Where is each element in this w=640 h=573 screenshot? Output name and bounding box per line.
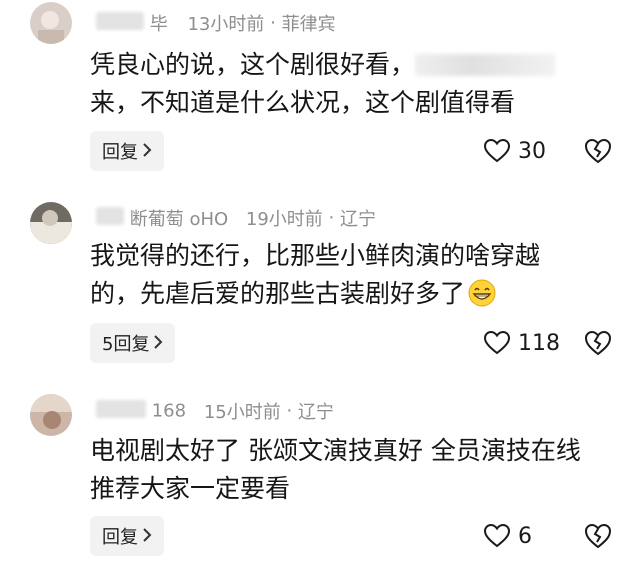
comment-line: 我觉得的还行，比那些小鲜肉演的啥穿越	[90, 241, 541, 270]
username[interactable]: 168	[152, 401, 186, 422]
heart-outline-icon	[484, 331, 510, 355]
comment-line: 电视剧太好了 张颂文演技真好 全员演技在线	[90, 436, 581, 465]
comment-line: 凭良心的说，这个剧很好看，	[90, 50, 416, 79]
location: 辽宁	[340, 209, 377, 230]
comment-item: 168 15小时前 · 辽宁 电视剧太好了 张颂文演技真好 全员演技在线 推荐大…	[0, 390, 640, 573]
like-count: 6	[518, 523, 532, 549]
comment-item: 毕 13小时前 · 菲律宾 凭良心的说，这个剧很好看， 来，不知道是什么状况，这…	[0, 0, 640, 180]
heart-outline-icon	[484, 139, 510, 163]
comment-meta: 断葡萄 oHO 19小时前 · 辽宁	[96, 205, 376, 231]
separator: ·	[328, 207, 335, 229]
comment-text: 凭良心的说，这个剧很好看， 来，不知道是什么状况，这个剧值得看	[90, 46, 620, 122]
broken-heart-icon	[584, 523, 612, 549]
heart-outline-icon	[484, 524, 510, 548]
chevron-right-icon	[142, 142, 152, 161]
reply-button[interactable]: 5回复	[90, 323, 176, 363]
comment-meta: 毕 13小时前 · 菲律宾	[96, 10, 336, 36]
comment-line: 的，先虐后爱的那些古装剧好多了	[90, 279, 466, 308]
timestamp: 15小时前	[203, 402, 281, 423]
avatar[interactable]	[30, 202, 72, 244]
dislike-button[interactable]	[584, 137, 612, 165]
avatar[interactable]	[30, 2, 72, 44]
dislike-button[interactable]	[584, 329, 612, 357]
timestamp: 19小时前	[245, 209, 323, 230]
location: 菲律宾	[281, 14, 336, 35]
broken-heart-icon	[584, 330, 612, 356]
username[interactable]: 断葡萄 oHO	[130, 209, 228, 230]
avatar[interactable]	[30, 394, 72, 436]
username-blur	[96, 12, 144, 30]
username[interactable]: 毕	[150, 14, 168, 35]
separator: ·	[270, 12, 276, 34]
comment-line: 推荐大家一定要看	[90, 474, 291, 503]
reply-button[interactable]: 回复	[90, 516, 164, 556]
like-button[interactable]: 30	[484, 131, 546, 171]
comment-item: 断葡萄 oHO 19小时前 · 辽宁 我觉得的还行，比那些小鲜肉演的啥穿越 的，…	[0, 195, 640, 375]
like-button[interactable]: 6	[484, 516, 532, 556]
timestamp: 13小时前	[187, 14, 265, 35]
separator: ·	[286, 400, 293, 422]
reply-label: 回复	[102, 142, 138, 163]
username-blur	[96, 400, 146, 418]
blurred-text	[415, 54, 556, 76]
username-blur	[96, 207, 124, 225]
like-count: 30	[518, 138, 546, 164]
like-count: 118	[518, 330, 560, 356]
chevron-right-icon	[153, 334, 163, 353]
like-button[interactable]: 118	[484, 323, 560, 363]
comment-text: 电视剧太好了 张颂文演技真好 全员演技在线 推荐大家一定要看	[90, 432, 620, 508]
chevron-right-icon	[142, 527, 152, 546]
grinning-emoji-icon	[467, 278, 497, 308]
reply-button[interactable]: 回复	[90, 131, 164, 171]
dislike-button[interactable]	[584, 522, 612, 550]
comment-line: 来，不知道是什么状况，这个剧值得看	[90, 88, 516, 117]
comment-text: 我觉得的还行，比那些小鲜肉演的啥穿越 的，先虐后爱的那些古装剧好多了	[90, 237, 620, 313]
broken-heart-icon	[584, 138, 612, 164]
comment-meta: 168 15小时前 · 辽宁	[96, 398, 334, 424]
reply-label: 回复	[102, 527, 138, 548]
reply-label: 5回复	[102, 334, 150, 355]
location: 辽宁	[297, 402, 334, 423]
